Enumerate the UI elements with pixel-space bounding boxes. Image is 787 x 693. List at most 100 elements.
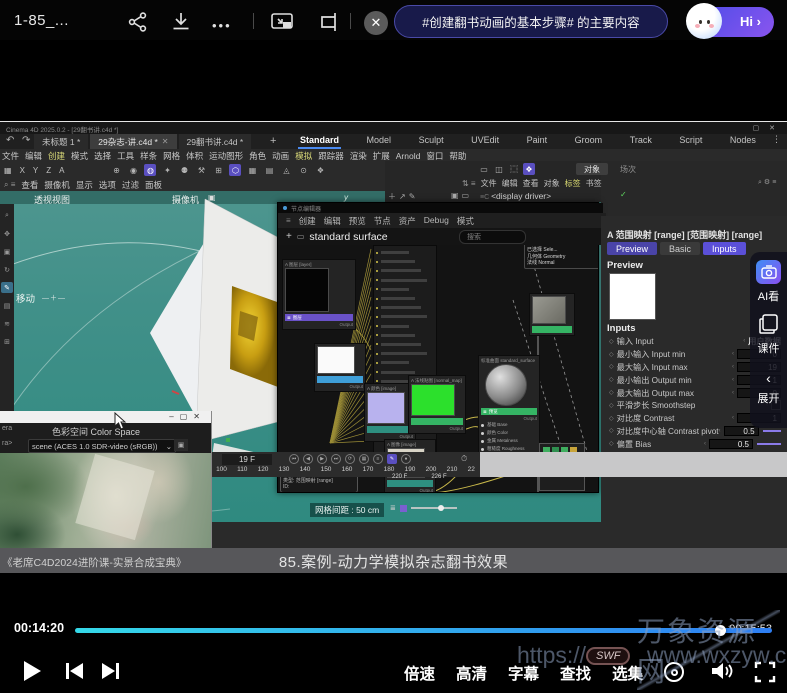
node-editor-menu-item-1[interactable]: 编辑 — [324, 215, 341, 227]
slider[interactable] — [763, 430, 781, 432]
tool-icon-0[interactable]: ⊕ — [110, 164, 122, 176]
node-editor-titlebar[interactable]: 节点编辑器 — [278, 203, 603, 213]
assistant-avatar[interactable] — [686, 3, 722, 39]
layer-node[interactable]: A 图层 [layer] ≣ 图层 Output — [282, 259, 356, 330]
transport-icon-2[interactable]: ▶ — [317, 454, 327, 464]
object-manager-icons[interactable]: ▭◫⿴❖ — [478, 163, 535, 175]
menu-icon[interactable]: ≡ — [286, 216, 291, 225]
previous-episode-button[interactable] — [66, 663, 83, 679]
document-tab-0[interactable]: 未标题 1 * — [34, 134, 88, 149]
transport-icon-8[interactable]: ● — [401, 454, 411, 464]
viewport-menu-item-4[interactable]: 过滤 — [122, 179, 139, 191]
close-icon[interactable]: ✕ — [364, 11, 388, 35]
node-editor-menu-item-0[interactable]: 创建 — [299, 215, 316, 227]
layout-tab-uvedit[interactable]: UVEdit — [469, 134, 501, 149]
layout-tabs-more-icon[interactable]: ⋮ — [772, 134, 781, 145]
window-controls[interactable]: –▢✕ — [169, 412, 206, 421]
layout-tab-model[interactable]: Model — [365, 134, 394, 149]
menu-item-17[interactable]: 窗口 — [426, 150, 443, 162]
menu-item-1[interactable]: 编辑 — [25, 150, 42, 162]
node-editor-menu-item-2[interactable]: 预览 — [349, 215, 366, 227]
node-editor-menu-item-6[interactable]: 模式 — [457, 215, 474, 227]
volume-icon[interactable] — [710, 661, 734, 681]
layout-tab-standard[interactable]: Standard — [298, 134, 341, 149]
transport-icon-5[interactable]: ▦ — [359, 454, 369, 464]
viewport-menu-item-2[interactable]: 显示 — [76, 179, 93, 191]
layout-tab-sculpt[interactable]: Sculpt — [417, 134, 446, 149]
node-editor-menu-item-5[interactable]: Debug — [424, 215, 449, 227]
transport-icon-7[interactable]: ✎ — [387, 454, 397, 464]
current-frame-box[interactable]: 19 F — [222, 454, 272, 465]
frame-ruler[interactable]: 10011012013014015016017018019020021022 — [211, 466, 480, 473]
player-button-0[interactable]: 倍速 — [404, 662, 435, 684]
clock-icon[interactable]: ⏱ — [461, 454, 467, 464]
transport-icon-1[interactable]: ◀ — [303, 454, 313, 464]
document-tab-1[interactable]: 29杂志-讲.c4d *✕ — [90, 134, 176, 149]
attr-tab-inputs[interactable]: Inputs — [703, 242, 746, 255]
play-button[interactable] — [24, 661, 41, 681]
layout-tab-nodes[interactable]: Nodes — [728, 134, 758, 149]
progress-thumb[interactable] — [715, 625, 726, 636]
breadcrumb-label[interactable]: standard surface — [309, 231, 387, 243]
port-popup-list[interactable]: 已选择 Sele...几何体 Geometry法线 Normal — [524, 245, 598, 269]
menu-item-5[interactable]: 工具 — [117, 150, 134, 162]
more-icon[interactable]: ••• — [212, 18, 232, 33]
normal-map-node[interactable]: A 法线贴图 [normal_map] Output — [408, 375, 466, 434]
timeline[interactable]: 19 F ⏮◀▶⏭⟳▦≡✎● ⏱ 10011012013014015016017… — [211, 452, 480, 477]
tool-icon-6[interactable]: ⊞ — [212, 164, 224, 176]
record-icon[interactable] — [664, 662, 684, 682]
om-menu-item-4[interactable]: 标签 — [565, 178, 581, 189]
colorspace-dropdown[interactable]: scene (ACES 1.0 SDR-video (sRGB))⌄ — [28, 439, 176, 453]
expand-label[interactable]: 展开 — [750, 390, 787, 406]
sort-icon[interactable]: ⇅ ≡ — [462, 179, 476, 188]
texture-node[interactable] — [529, 293, 575, 336]
player-button-2[interactable]: 字幕 — [508, 662, 539, 684]
picture-in-picture-icon[interactable] — [270, 11, 296, 33]
cast-screen-icon[interactable] — [318, 11, 340, 33]
player-button-1[interactable]: 高清 — [456, 662, 487, 684]
courseware-icon[interactable] — [759, 314, 778, 334]
menu-item-13[interactable]: 跟踪器 — [318, 150, 344, 162]
fullscreen-icon[interactable] — [754, 661, 776, 683]
surface-port-2[interactable]: 金属 Metalness — [481, 437, 537, 445]
layout-tab-track[interactable]: Track — [628, 134, 654, 149]
tool-icon-2[interactable]: ◍ — [144, 164, 156, 176]
partial-dropdown[interactable]: ra> — [2, 440, 12, 447]
add-tab-button[interactable]: + — [270, 135, 276, 147]
ai-watch-icon[interactable] — [756, 260, 781, 284]
menu-item-7[interactable]: 网格 — [163, 150, 180, 162]
menu-item-18[interactable]: 帮助 — [449, 150, 466, 162]
share-icon[interactable] — [127, 11, 149, 33]
menu-item-3[interactable]: 模式 — [71, 150, 88, 162]
om-menu-item-3[interactable]: 对象 — [544, 178, 560, 189]
enabled-check-icon[interactable]: ✓ — [620, 190, 627, 199]
menu-item-8[interactable]: 体积 — [186, 150, 203, 162]
layout-tab-script[interactable]: Script — [677, 134, 704, 149]
tool-icon-8[interactable]: ▦ — [246, 164, 258, 176]
om-tab-0[interactable]: 对象 — [576, 163, 608, 175]
display-slider[interactable]: ≣ — [390, 504, 457, 512]
tool-icon-5[interactable]: ⚒ — [195, 164, 207, 176]
next-episode-button[interactable] — [102, 663, 119, 679]
popup-row-2[interactable]: 法线 Normal — [527, 259, 598, 266]
menu-item-14[interactable]: 渲染 — [350, 150, 367, 162]
ai-watch-label[interactable]: AI看 — [750, 288, 787, 304]
viewport-menu-item-5[interactable]: 面板 — [145, 179, 162, 191]
axis-lock-buttons[interactable]: ▦XYZA — [4, 166, 64, 175]
transport-icon-6[interactable]: ≡ — [373, 454, 383, 464]
toolbar-icons[interactable]: ⊕◉◍✦⚉⚒⊞⬡▦▤◬⊙❖ — [110, 164, 326, 176]
tool-icon-1[interactable]: ◉ — [127, 164, 139, 176]
om-menu-item-1[interactable]: 编辑 — [502, 178, 518, 189]
download-icon[interactable] — [170, 11, 192, 33]
surface-port-1[interactable]: 颜色 Color — [481, 429, 537, 437]
value-field[interactable]: 0.5 — [709, 439, 753, 449]
undo-icon[interactable]: ↶ — [6, 135, 14, 146]
menu-item-6[interactable]: 样条 — [140, 150, 157, 162]
attr-tab-preview[interactable]: Preview — [607, 242, 657, 255]
om-view-icons[interactable]: ▣▭ — [451, 191, 472, 200]
menu-item-15[interactable]: 扩展 — [373, 150, 390, 162]
tool-icon-9[interactable]: ▤ — [263, 164, 275, 176]
layout-tab-paint[interactable]: Paint — [525, 134, 550, 149]
slider[interactable] — [757, 443, 781, 445]
layout-tab-groom[interactable]: Groom — [573, 134, 605, 149]
